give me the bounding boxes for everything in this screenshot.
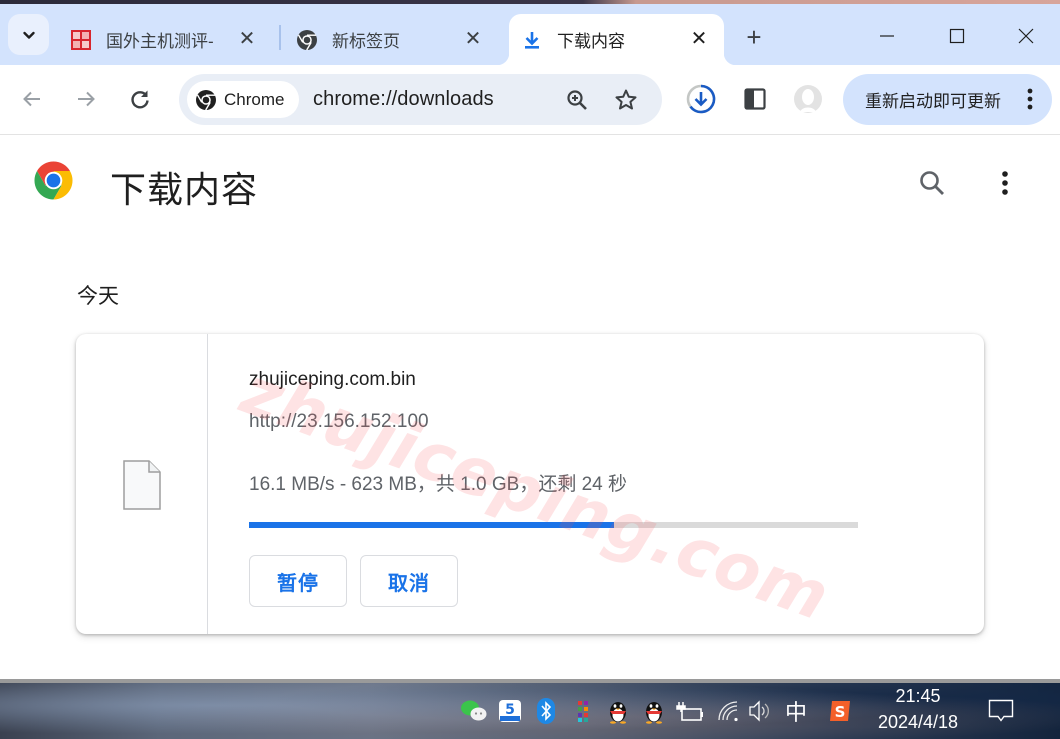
zoom-button[interactable] <box>563 86 591 114</box>
tab-separator <box>279 25 281 50</box>
chip-label: Chrome <box>224 89 285 109</box>
tab-downloads[interactable]: 下载内容 ✕ <box>497 14 736 65</box>
maximize-button[interactable] <box>934 16 980 56</box>
volume-icon <box>749 700 769 722</box>
qq-icon <box>646 702 662 724</box>
sogou-icon: S <box>830 701 850 721</box>
page-title: 下载内容 <box>110 169 259 210</box>
downloads-button[interactable] <box>683 81 719 117</box>
side-panel-icon <box>744 88 766 110</box>
side-panel-button[interactable] <box>737 81 773 117</box>
svg-text:S: S <box>835 703 846 721</box>
volume-tray-icon[interactable] <box>746 683 774 739</box>
close-tab-icon[interactable]: ✕ <box>462 27 484 50</box>
zoom-in-icon <box>567 90 587 110</box>
avatar-icon <box>794 85 822 113</box>
download-source-url[interactable]: http://23.156.152.100 <box>249 411 429 433</box>
wechat-tray-icon[interactable] <box>458 683 490 739</box>
back-button[interactable] <box>14 81 50 117</box>
download-file-name[interactable]: zhujiceping.com.bin <box>249 369 416 391</box>
seal-favicon-icon <box>70 29 92 51</box>
file-icon-area <box>76 334 208 634</box>
file-icon <box>123 460 161 510</box>
maximize-icon <box>949 28 965 44</box>
download-progress-icon <box>686 84 716 114</box>
qq-tray-icon[interactable] <box>604 683 632 739</box>
minimize-icon <box>880 35 894 37</box>
restart-to-update-button[interactable]: 重新启动即可更新 <box>843 74 1052 125</box>
clock-date: 2024/4/18 <box>877 712 959 732</box>
qq-icon <box>610 702 626 724</box>
download-progress-fill <box>249 522 615 528</box>
close-tab-icon[interactable]: ✕ <box>236 27 258 50</box>
color-grid-tray-icon[interactable] <box>572 683 594 739</box>
site-info-chip[interactable]: Chrome <box>187 81 299 118</box>
battery-charging-icon <box>676 702 703 721</box>
action-center-button[interactable] <box>984 683 1018 739</box>
tab-strip: 国外主机测评- ✕ 新标签页 ✕ 下载内容 ✕ + <box>0 4 1060 65</box>
arrow-right-icon <box>78 91 95 107</box>
sogou-tray-icon[interactable]: S <box>824 683 856 739</box>
chrome-icon <box>196 89 216 110</box>
more-vert-icon <box>1002 171 1008 195</box>
download-item-card: zhujiceping.com.bin http://23.156.152.10… <box>76 334 984 634</box>
svg-text:5: 5 <box>505 702 515 718</box>
chrome-logo-icon <box>34 161 73 200</box>
downloads-more-button[interactable] <box>985 163 1025 203</box>
wifi-tray-icon[interactable] <box>714 683 744 739</box>
close-tab-icon[interactable]: ✕ <box>688 27 710 50</box>
search-downloads-button[interactable] <box>912 163 952 203</box>
forward-button[interactable] <box>68 81 104 117</box>
bluetooth-icon <box>537 698 555 724</box>
tab-title: 新标签页 <box>332 32 400 51</box>
download-status: 16.1 MB/s - 623 MB，共 1.0 GB，还剩 24 秒 <box>249 474 628 495</box>
bookmark-button[interactable] <box>612 86 640 114</box>
minimize-button[interactable] <box>864 16 910 56</box>
more-vert-icon <box>1027 88 1033 110</box>
close-icon <box>1018 28 1034 44</box>
search-icon <box>920 171 944 195</box>
chrome-icon <box>296 29 318 51</box>
wifi-icon <box>718 701 738 722</box>
update-label: 重新启动即可更新 <box>865 92 1001 111</box>
clock-time: 21:45 <box>895 686 941 706</box>
wechat-icon <box>461 700 487 721</box>
address-bar[interactable]: Chrome chrome://downloads <box>179 74 662 125</box>
download-icon <box>521 29 543 51</box>
close-window-button[interactable] <box>1003 16 1049 56</box>
chevron-down-icon <box>22 31 35 39</box>
tab-new-tab[interactable]: 新标签页 ✕ <box>288 14 498 65</box>
tab-title: 下载内容 <box>557 32 625 51</box>
tab-title: 国外主机测评- <box>106 32 214 51</box>
tab-zhujiceping[interactable]: 国外主机测评- ✕ <box>62 14 272 65</box>
date-section-label: 今天 <box>77 285 119 308</box>
new-tab-button[interactable]: + <box>738 21 770 53</box>
url-text[interactable]: chrome://downloads <box>313 88 494 111</box>
windows-taskbar: 5 中 S 21:45 2024/4/18 <box>0 683 1060 739</box>
notification-icon <box>988 699 1014 722</box>
profile-button[interactable] <box>790 81 826 117</box>
star-icon <box>615 89 637 110</box>
color-grid-icon <box>578 701 588 722</box>
reload-icon <box>131 90 149 109</box>
reload-button[interactable] <box>122 81 158 117</box>
arrow-left-icon <box>23 91 40 107</box>
tab-search-button[interactable] <box>8 14 49 55</box>
download-progress-bar <box>249 522 858 528</box>
qq-tray-icon-2[interactable] <box>640 683 668 739</box>
app-5-icon: 5 <box>499 700 521 722</box>
cancel-button[interactable]: 取消 <box>360 555 458 607</box>
app-5-tray-icon[interactable]: 5 <box>496 683 524 739</box>
ime-indicator[interactable]: 中 <box>780 683 812 739</box>
battery-tray-icon[interactable] <box>674 683 706 739</box>
downloads-header: 下载内容 <box>0 136 1060 226</box>
system-clock[interactable]: 21:45 2024/4/18 <box>868 683 968 739</box>
bluetooth-tray-icon[interactable] <box>533 683 559 739</box>
pause-button[interactable]: 暂停 <box>249 555 347 607</box>
browser-toolbar: Chrome chrome://downloads 重新启动即可更新 <box>0 65 1060 135</box>
